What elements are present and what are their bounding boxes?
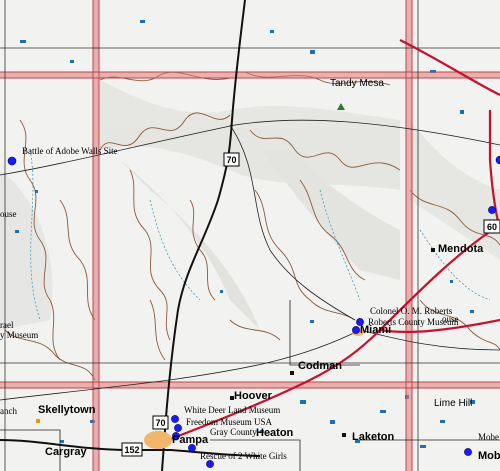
terrain-shading: [0, 80, 500, 330]
tandy-mesa-label: Tandy Mesa: [330, 78, 384, 89]
svg-text:70: 70: [155, 418, 165, 428]
white-deer-marker: [171, 415, 179, 423]
freedom-marker: [174, 424, 182, 432]
adobe-walls-marker: [7, 156, 17, 166]
us152-shield: 152: [121, 442, 143, 457]
colonel-label: Colonel O. M. Roberts: [370, 306, 453, 316]
rescue-label: Rescue of 2 White Girls: [200, 451, 287, 461]
svg-text:60: 60: [487, 222, 497, 232]
right-house-label: ouse: [442, 314, 459, 324]
us70-south-shield: 70: [152, 415, 169, 430]
white-deer-label: White Deer Land Museum: [184, 405, 281, 415]
gray-county-label: Gray County: [210, 427, 257, 437]
left-house-label: ouse: [0, 209, 17, 219]
us70-road: [161, 0, 246, 471]
heaton-label: Heaton: [256, 427, 294, 439]
laketon-label: Laketon: [352, 431, 395, 443]
map-canvas[interactable]: 70 70 60 152 Tandy Mesa Lime Hill Battle…: [0, 0, 500, 471]
freedom-label: Freedom Museum USA: [186, 417, 272, 427]
codman-label: Codman: [298, 360, 342, 372]
pampa-label: Pampa: [172, 434, 209, 446]
svg-text:70: 70: [226, 155, 236, 165]
skellytown-label: Skellytown: [38, 404, 96, 416]
us60-shield: 60: [483, 219, 500, 234]
mobeetie-label: Mobeetie: [478, 450, 500, 462]
pampa-urban-area: [144, 431, 172, 449]
adobe-walls-label: Battle of Adobe Walls Site: [22, 146, 118, 156]
tandy-mesa-triangle: [337, 103, 345, 110]
right-mobe-label: Mobe: [478, 432, 499, 442]
lime-hill-label: Lime Hill: [434, 398, 473, 409]
miami-label: Miami: [360, 324, 392, 336]
left-ranch-label: anch: [0, 406, 17, 416]
cargray-label: Cargray: [45, 446, 87, 458]
mendota-label: Mendota: [438, 243, 484, 255]
pampa-extra-marker: [206, 460, 214, 468]
left-museum-label: y Museum: [0, 330, 39, 340]
right-edge-marker: [495, 155, 500, 165]
left-rael-label: rael: [0, 320, 14, 330]
hoover-label: Hoover: [234, 390, 272, 402]
us70-north-shield: 70: [223, 152, 240, 167]
svg-text:152: 152: [124, 445, 139, 455]
mobeetie-marker: [464, 448, 472, 456]
right-house-marker: [488, 206, 496, 214]
roberts-museum-marker: [352, 326, 360, 334]
